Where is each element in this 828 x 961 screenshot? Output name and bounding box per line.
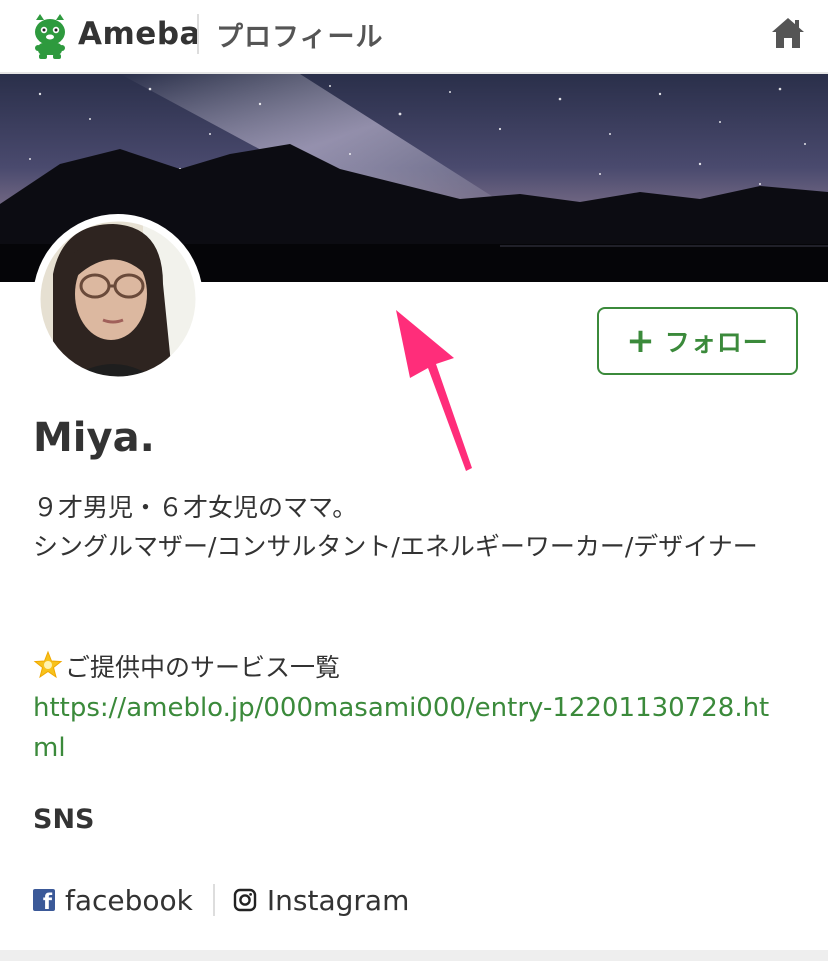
footer-band bbox=[0, 950, 828, 961]
header-divider bbox=[197, 14, 199, 54]
brand-name[interactable]: Ameba bbox=[78, 16, 201, 52]
profile-name: Miya. bbox=[33, 415, 155, 461]
follow-button[interactable]: + フォロー bbox=[597, 307, 798, 375]
facebook-icon: f bbox=[33, 889, 55, 913]
sns-links: f facebook Instagram bbox=[33, 880, 409, 920]
service-heading: ご提供中のサービス一覧 bbox=[33, 648, 793, 687]
plus-icon: + bbox=[626, 321, 655, 361]
instagram-label: Instagram bbox=[266, 883, 410, 917]
annotation-arrow-icon bbox=[396, 310, 472, 471]
instagram-icon bbox=[233, 888, 257, 912]
service-link[interactable]: https://ameblo.jp/000masami000/entry-122… bbox=[33, 688, 793, 768]
profile-avatar[interactable] bbox=[33, 214, 203, 384]
profile-bio: ９才男児・６才女児のママ。 シングルマザー/コンサルタント/エネルギーワーカー/… bbox=[33, 488, 793, 566]
follow-button-label: フォロー bbox=[664, 328, 769, 357]
bio-line: シングルマザー/コンサルタント/エネルギーワーカー/デザイナー bbox=[33, 532, 758, 561]
app-header: Ameba プロフィール bbox=[0, 0, 828, 74]
facebook-label: facebook bbox=[65, 883, 193, 917]
facebook-link[interactable]: f facebook bbox=[33, 884, 193, 917]
instagram-link[interactable]: Instagram bbox=[233, 884, 409, 917]
sns-heading: SNS bbox=[33, 804, 95, 835]
bio-line: ９才男児・６才女児のママ。 bbox=[33, 493, 358, 522]
sns-divider bbox=[212, 884, 215, 916]
glowing-star-icon bbox=[33, 650, 63, 679]
home-icon[interactable] bbox=[770, 16, 806, 50]
service-label: ご提供中のサービス一覧 bbox=[65, 653, 341, 682]
ameba-logo-icon[interactable] bbox=[30, 12, 70, 60]
page-title: プロフィール bbox=[216, 22, 384, 53]
